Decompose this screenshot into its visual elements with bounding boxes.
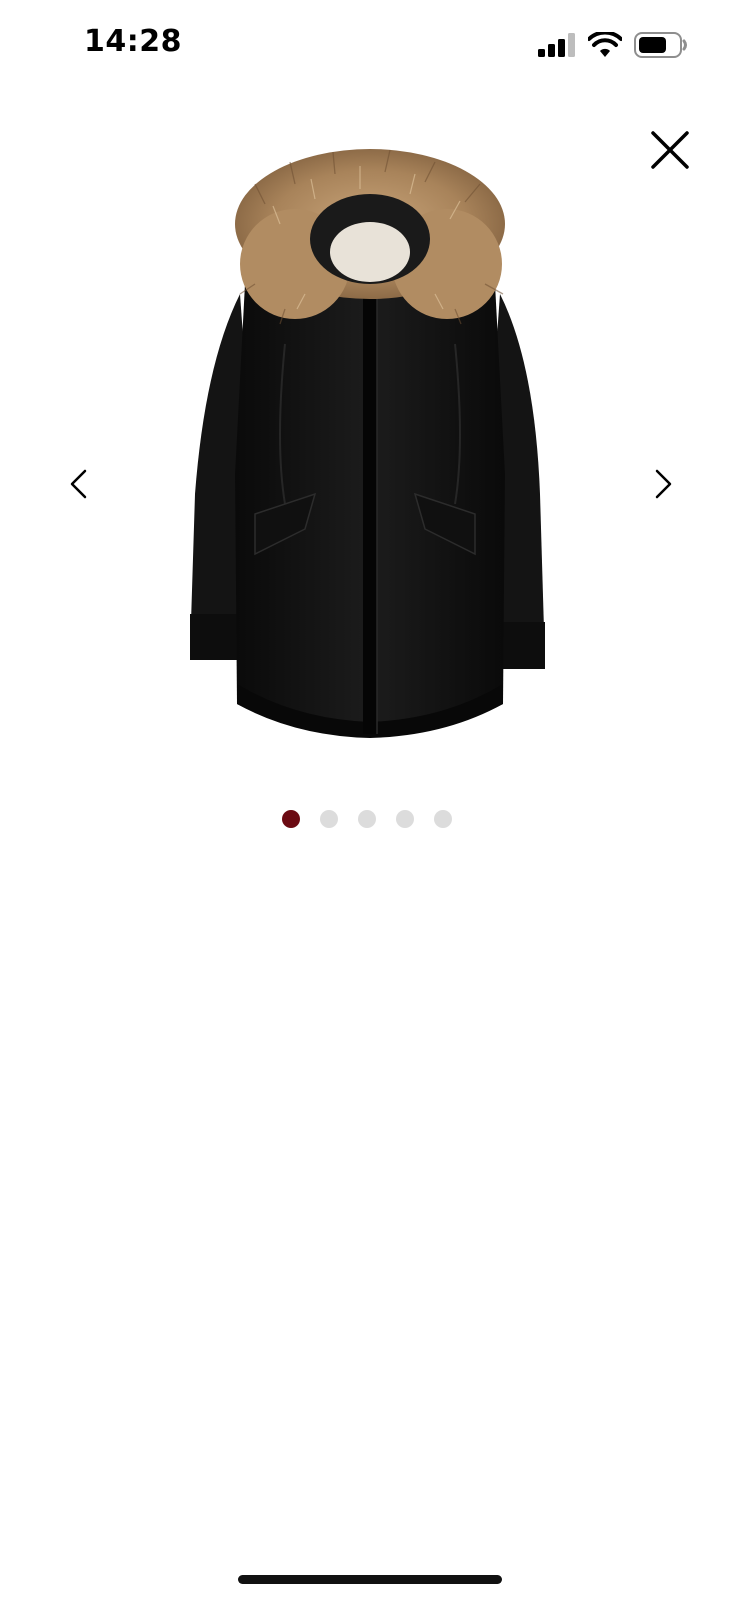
chevron-left-icon bbox=[70, 469, 87, 499]
parka-image bbox=[190, 149, 545, 738]
wifi-icon bbox=[588, 32, 622, 58]
previous-image-button[interactable] bbox=[58, 460, 98, 508]
status-bar: 14:28 bbox=[0, 0, 740, 90]
status-time: 14:28 bbox=[84, 24, 182, 59]
status-icons bbox=[538, 30, 688, 60]
home-indicator[interactable] bbox=[238, 1575, 502, 1584]
pagination-dot-5[interactable] bbox=[434, 810, 452, 828]
cellular-signal-icon bbox=[538, 33, 576, 57]
pagination-dot-1[interactable] bbox=[282, 810, 300, 828]
image-gallery[interactable] bbox=[0, 120, 740, 780]
product-image[interactable] bbox=[185, 144, 555, 784]
pagination-dot-2[interactable] bbox=[320, 810, 338, 828]
next-image-button[interactable] bbox=[644, 460, 684, 508]
pagination-dot-3[interactable] bbox=[358, 810, 376, 828]
pagination-dot-4[interactable] bbox=[396, 810, 414, 828]
battery-icon bbox=[634, 32, 688, 58]
image-pagination bbox=[0, 810, 737, 828]
chevron-right-icon bbox=[655, 469, 672, 499]
